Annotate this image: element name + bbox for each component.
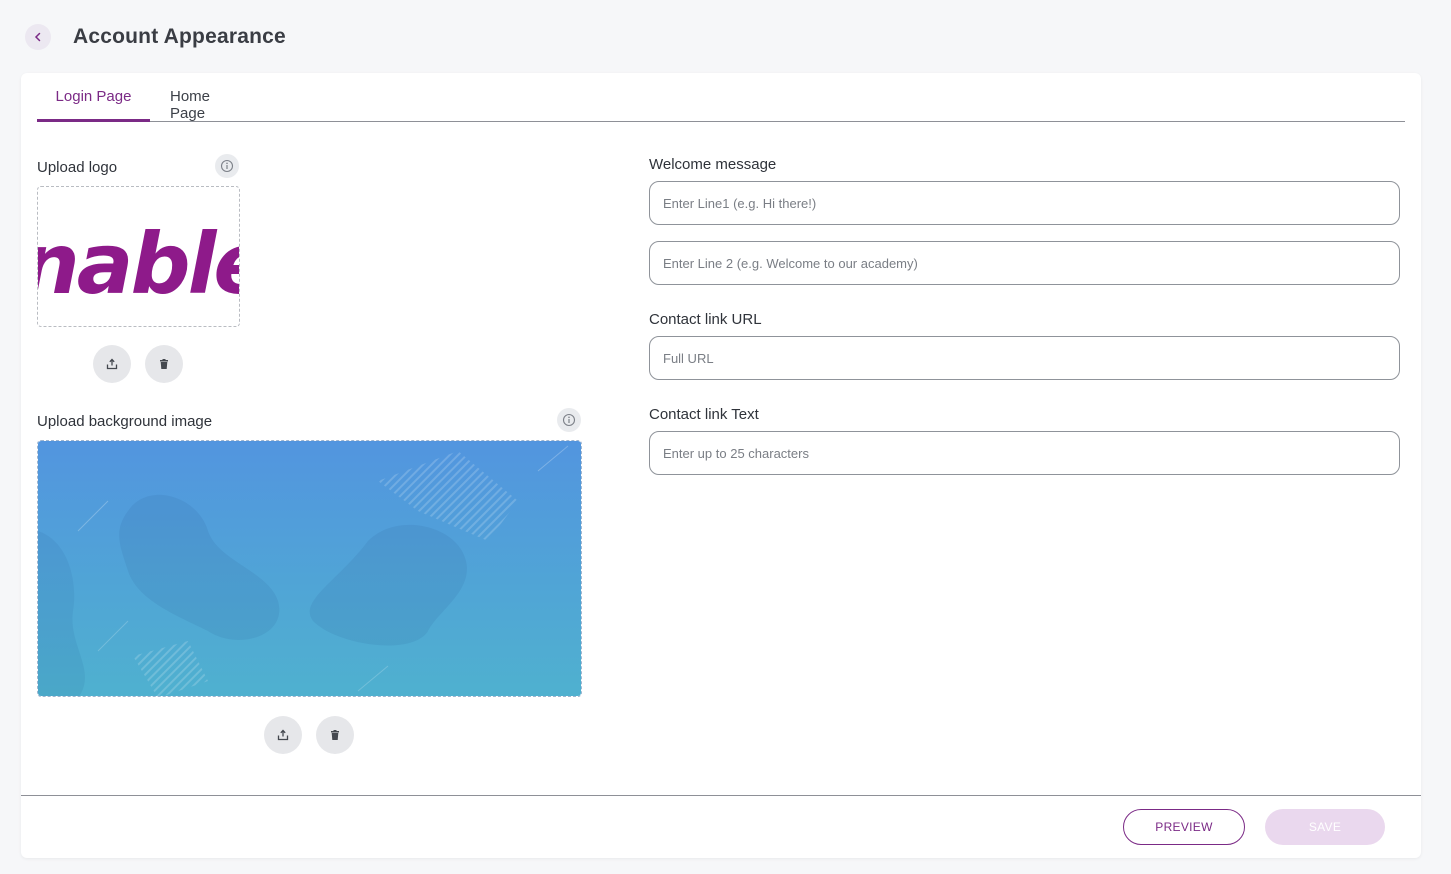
- footer-bar: PREVIEW SAVE: [21, 795, 1421, 858]
- preview-button[interactable]: PREVIEW: [1123, 809, 1245, 845]
- background-image-preview[interactable]: [37, 440, 582, 697]
- tab-login-page[interactable]: Login Page: [37, 88, 150, 122]
- contact-text-input[interactable]: [649, 431, 1400, 475]
- info-icon[interactable]: [215, 154, 239, 178]
- upload-logo-label: Upload logo: [37, 159, 118, 176]
- welcome-line1-input[interactable]: [649, 181, 1400, 225]
- page-title: Account Appearance: [73, 25, 286, 48]
- trash-icon: [331, 730, 339, 740]
- trash-icon: [160, 359, 168, 369]
- tab-home-page[interactable]: Home Page: [170, 88, 248, 122]
- logo-text: nable: [38, 215, 240, 313]
- logo-preview[interactable]: nable: [37, 186, 240, 327]
- contact-url-label: Contact link URL: [649, 311, 762, 328]
- upload-background-label: Upload background image: [37, 413, 213, 430]
- contact-url-input[interactable]: [649, 336, 1400, 380]
- background-upload-button[interactable]: [264, 716, 302, 754]
- save-button[interactable]: SAVE: [1265, 809, 1385, 845]
- info-icon[interactable]: [557, 408, 581, 432]
- upload-icon: [106, 358, 118, 370]
- contact-text-label: Contact link Text: [649, 406, 759, 423]
- welcome-line2-input[interactable]: [649, 241, 1400, 285]
- logo-delete-button[interactable]: [145, 345, 183, 383]
- tab-bar: Login Page Home Page: [37, 73, 1405, 122]
- page-header: Account Appearance: [25, 23, 286, 51]
- background-delete-button[interactable]: [316, 716, 354, 754]
- chevron-left-icon: [34, 32, 41, 42]
- upload-icon: [277, 729, 289, 741]
- appearance-card: Login Page Home Page Upload logo nable U…: [21, 73, 1421, 858]
- logo-upload-button[interactable]: [93, 345, 131, 383]
- back-button[interactable]: [25, 24, 51, 50]
- welcome-message-label: Welcome message: [649, 156, 777, 173]
